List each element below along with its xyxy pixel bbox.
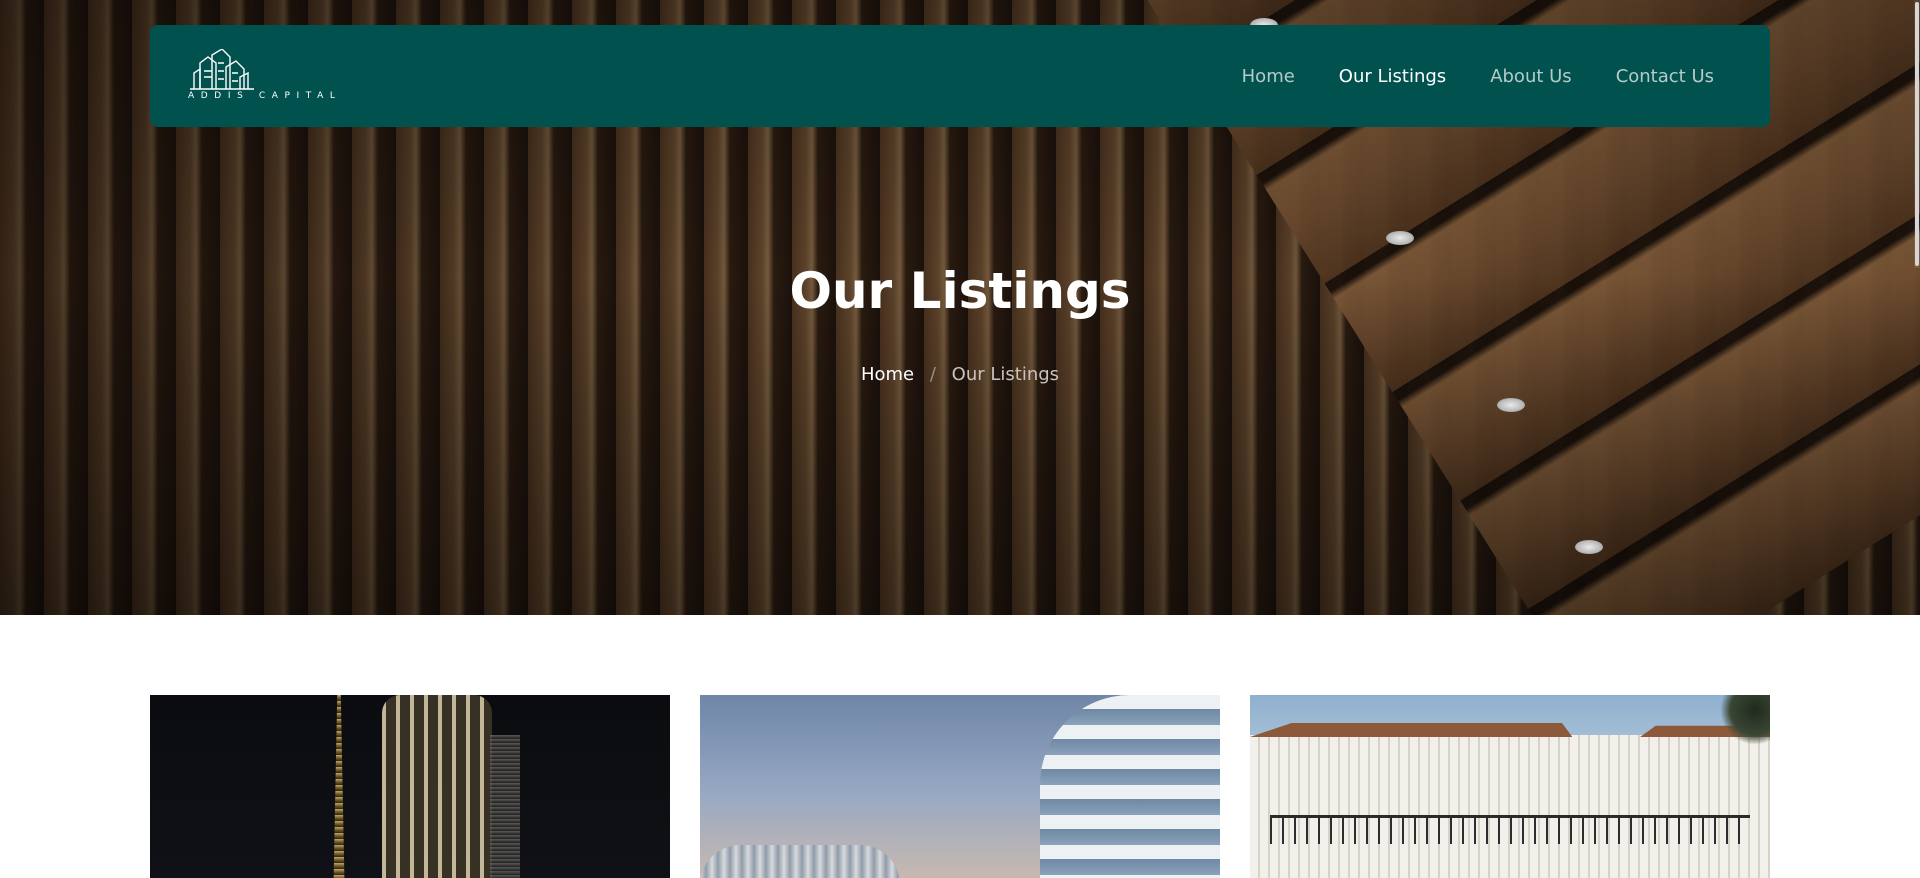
navbar: ADDIS CAPITAL Home Our Listings About Us… bbox=[150, 25, 1770, 127]
listing-card-curved-building[interactable] bbox=[700, 695, 1220, 878]
listing-card-townhouses[interactable] bbox=[1250, 695, 1770, 878]
nav-contact-us[interactable]: Contact Us bbox=[1616, 66, 1714, 87]
listing-card-night-tower[interactable] bbox=[150, 695, 670, 878]
page-title: Our Listings bbox=[789, 262, 1131, 320]
nav-home[interactable]: Home bbox=[1242, 66, 1295, 87]
breadcrumb-separator: / bbox=[929, 364, 936, 385]
brand-logo[interactable]: ADDIS CAPITAL bbox=[188, 49, 348, 109]
listings-grid bbox=[150, 695, 1770, 878]
scrollbar-thumb[interactable] bbox=[1915, 2, 1919, 266]
nav-about-us[interactable]: About Us bbox=[1490, 66, 1572, 87]
scrollbar-track[interactable] bbox=[1914, 0, 1920, 268]
ceiling-light bbox=[1575, 540, 1603, 554]
main-nav: Home Our Listings About Us Contact Us bbox=[1242, 25, 1714, 127]
buildings-logo-icon bbox=[190, 49, 254, 90]
ceiling-light bbox=[1386, 231, 1414, 245]
brand-name: ADDIS CAPITAL bbox=[188, 91, 342, 101]
breadcrumb: Home / Our Listings bbox=[0, 364, 1920, 385]
ceiling-light bbox=[1497, 398, 1525, 412]
breadcrumb-current: Our Listings bbox=[951, 364, 1060, 385]
nav-our-listings[interactable]: Our Listings bbox=[1339, 66, 1446, 87]
breadcrumb-home-link[interactable]: Home bbox=[861, 364, 914, 385]
